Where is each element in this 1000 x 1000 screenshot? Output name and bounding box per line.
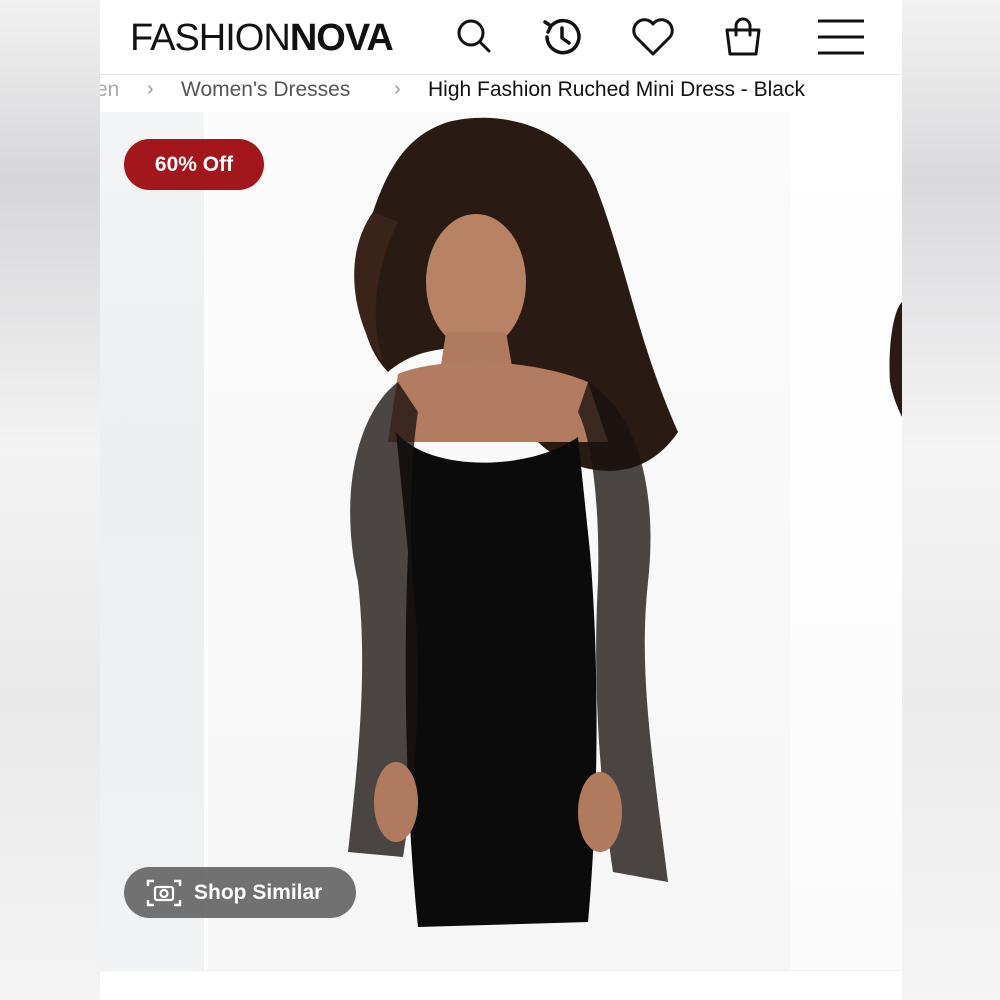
breadcrumb: en › Women's Dresses › High Fashion Ruch… [100, 74, 902, 110]
search-button[interactable] [450, 14, 498, 60]
logo-part-nova: NOVA [289, 17, 394, 59]
recently-viewed-button[interactable] [538, 14, 586, 60]
logo-part-fashion: FASHION [130, 17, 291, 59]
menu-button[interactable] [814, 14, 868, 60]
site-header: FASHIONNOVA [100, 0, 902, 75]
brand-logo[interactable]: FASHIONNOVA [130, 17, 394, 59]
history-icon [543, 18, 581, 55]
product-photo[interactable] [208, 112, 790, 970]
breadcrumb-separator-icon: › [394, 78, 401, 100]
background-left [0, 0, 100, 1000]
background-right [902, 0, 1000, 1000]
phone-screen: FASHIONNOVA en › Women's Dresses › High … [100, 0, 902, 1000]
product-image-gallery[interactable]: 60% Off Shop Similar [100, 112, 902, 970]
breadcrumb-item-women[interactable]: en [100, 78, 119, 102]
bag-icon [725, 17, 761, 56]
breadcrumb-item-current: High Fashion Ruched Mini Dress - Black [428, 78, 805, 101]
breadcrumb-item-womens-dresses[interactable]: Women's Dresses [181, 78, 350, 102]
camera-scan-icon [146, 878, 182, 908]
search-icon [457, 19, 491, 53]
cart-button[interactable] [719, 14, 767, 60]
shop-similar-label: Shop Similar [194, 880, 323, 904]
model-illustration [348, 117, 678, 927]
next-image-hair-edge [889, 302, 902, 417]
previous-image-preview[interactable] [100, 112, 204, 970]
bottom-bar [100, 970, 902, 1000]
heart-icon [632, 18, 674, 56]
discount-badge: 60% Off [124, 139, 264, 190]
shop-similar-button[interactable]: Shop Similar [124, 867, 356, 918]
breadcrumb-separator-icon: › [147, 78, 154, 100]
next-image-preview[interactable] [790, 112, 902, 970]
wishlist-button[interactable] [629, 14, 677, 60]
menu-icon [818, 19, 864, 55]
